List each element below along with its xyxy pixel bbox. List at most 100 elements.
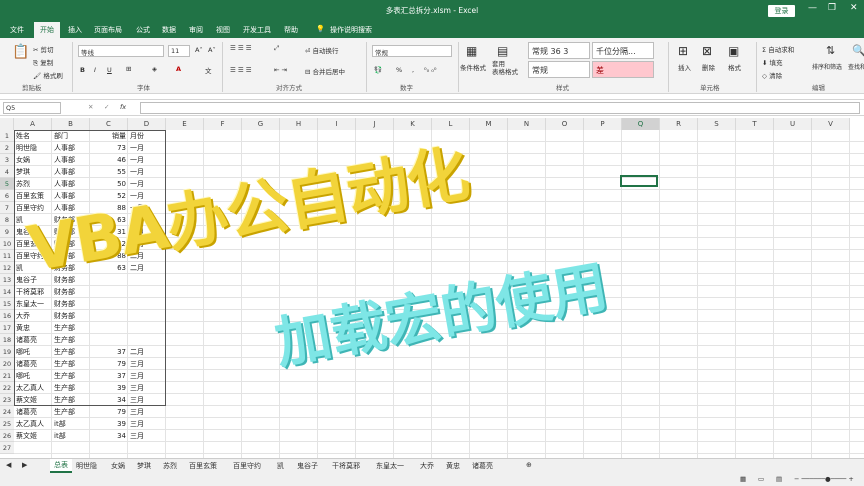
sheet-tab[interactable]: 百里守约 xyxy=(233,461,261,471)
sheet-tab[interactable]: 女娲 xyxy=(111,461,125,471)
column-header-n[interactable]: N xyxy=(508,118,546,130)
sheet-tab[interactable]: 鬼谷子 xyxy=(297,461,318,471)
tab-view[interactable]: 视图 xyxy=(216,25,230,35)
cell[interactable]: 太乙真人 xyxy=(16,382,50,394)
insert-cells-icon[interactable]: ⊞ xyxy=(678,44,688,58)
cell[interactable]: 蔡文姬 xyxy=(16,430,50,442)
cell[interactable]: 39 xyxy=(92,382,126,394)
table-format-icon[interactable]: ▤ xyxy=(497,44,508,58)
cell[interactable]: 哪吒 xyxy=(16,370,50,382)
percent-button[interactable]: % xyxy=(396,66,402,74)
cell[interactable]: 79 xyxy=(92,406,126,418)
cell[interactable]: it部 xyxy=(54,430,88,442)
cell[interactable]: 37 xyxy=(92,346,126,358)
column-header-r[interactable]: R xyxy=(660,118,698,130)
cell[interactable]: 人事部 xyxy=(54,154,88,166)
format-painter-button[interactable]: 🖌 格式刷 xyxy=(33,70,63,80)
column-header-q[interactable]: Q xyxy=(622,118,660,130)
cell[interactable] xyxy=(92,334,126,346)
cell[interactable]: 生产部 xyxy=(54,358,88,370)
row-header[interactable]: 21 xyxy=(0,370,14,382)
cell[interactable]: 部门 xyxy=(54,130,88,142)
row-header[interactable]: 10 xyxy=(0,238,14,250)
column-header-t[interactable]: T xyxy=(736,118,774,130)
cell[interactable]: 财务部 xyxy=(54,286,88,298)
font-name-select[interactable]: 等线 xyxy=(78,45,164,57)
column-header-m[interactable]: M xyxy=(470,118,508,130)
tab-help[interactable]: 帮助 xyxy=(284,25,298,35)
cell[interactable]: 生产部 xyxy=(54,322,88,334)
cell[interactable]: 三月 xyxy=(130,418,164,430)
row-header[interactable]: 4 xyxy=(0,166,14,178)
tab-insert[interactable]: 插入 xyxy=(68,25,82,35)
prev-sheet-icon[interactable]: ◀ xyxy=(6,461,11,469)
login-button[interactable]: 登录 xyxy=(768,5,795,17)
page-break-view-icon[interactable]: ▤ xyxy=(776,475,782,483)
format-cells-button[interactable]: 格式 xyxy=(728,62,741,72)
cell[interactable]: 生产部 xyxy=(54,382,88,394)
fill-button[interactable]: ⬇ 填充 xyxy=(762,57,783,67)
tab-developer[interactable]: 开发工具 xyxy=(243,25,271,35)
row-header[interactable]: 13 xyxy=(0,274,14,286)
cell[interactable]: it部 xyxy=(54,418,88,430)
cell[interactable]: 一月 xyxy=(130,154,164,166)
cell[interactable]: 生产部 xyxy=(54,394,88,406)
cell[interactable]: 大乔 xyxy=(16,310,50,322)
search-box[interactable]: 操作说明搜索 xyxy=(330,25,372,35)
sheet-tab[interactable]: 黄忠 xyxy=(446,461,460,471)
close-button[interactable]: ✕ xyxy=(850,3,858,13)
cell[interactable]: 干将莫邪 xyxy=(16,286,50,298)
cell[interactable] xyxy=(130,334,164,346)
row-header[interactable]: 7 xyxy=(0,202,14,214)
sheet-tab[interactable]: 诸葛亮 xyxy=(472,461,493,471)
cell[interactable]: 37 xyxy=(92,370,126,382)
row-header[interactable]: 26 xyxy=(0,430,14,442)
formula-input[interactable] xyxy=(140,102,860,114)
cell[interactable]: 生产部 xyxy=(54,334,88,346)
find-select-button[interactable]: 查找和选择 xyxy=(848,62,864,71)
cell[interactable]: 姓名 xyxy=(16,130,50,142)
row-header[interactable]: 23 xyxy=(0,394,14,406)
row-header[interactable]: 12 xyxy=(0,262,14,274)
decimal-icon[interactable]: ⁰₀ ₀⁰ xyxy=(424,66,437,74)
copy-button[interactable]: ⎘ 复制 xyxy=(33,57,53,68)
cell[interactable] xyxy=(130,286,164,298)
column-header-o[interactable]: O xyxy=(546,118,584,130)
column-header-s[interactable]: S xyxy=(698,118,736,130)
row-header[interactable]: 3 xyxy=(0,154,14,166)
delete-cells-icon[interactable]: ⊠ xyxy=(702,44,712,58)
table-format-button[interactable]: 套用 表格格式 xyxy=(492,60,518,76)
style-normal-36[interactable]: 常规 36 3 xyxy=(528,42,590,59)
selected-cell-q5[interactable] xyxy=(620,175,658,187)
shrink-font-icon[interactable]: A˅ xyxy=(208,46,216,54)
autosum-button[interactable]: Σ 自动求和 xyxy=(762,44,794,54)
cell[interactable] xyxy=(92,286,126,298)
fill-color-icon[interactable]: ◈ xyxy=(152,65,157,73)
cell[interactable]: 财务部 xyxy=(54,298,88,310)
find-select-icon[interactable]: 🔍 xyxy=(852,44,864,57)
tab-data[interactable]: 数据 xyxy=(162,25,176,35)
cell[interactable]: 生产部 xyxy=(54,370,88,382)
cell[interactable]: 东皇太一 xyxy=(16,298,50,310)
tab-file[interactable]: 文件 xyxy=(10,25,24,35)
column-header-b[interactable]: B xyxy=(52,118,90,130)
row-header[interactable]: 8 xyxy=(0,214,14,226)
paste-icon[interactable]: 📋 xyxy=(12,44,29,60)
minimize-button[interactable]: — xyxy=(808,3,817,13)
sheet-tab[interactable]: 梦琪 xyxy=(137,461,151,471)
bold-button[interactable]: B xyxy=(80,66,85,74)
style-bad[interactable]: 差 xyxy=(592,61,654,78)
column-header-p[interactable]: P xyxy=(584,118,622,130)
cell[interactable]: 明世隐 xyxy=(16,142,50,154)
cell[interactable]: 55 xyxy=(92,166,126,178)
cell[interactable]: 女娲 xyxy=(16,154,50,166)
conditional-format-icon[interactable]: ▦ xyxy=(466,44,477,58)
cell[interactable]: 生产部 xyxy=(54,346,88,358)
column-header-i[interactable]: I xyxy=(318,118,356,130)
tab-review[interactable]: 审阅 xyxy=(189,25,203,35)
cell[interactable]: 财务部 xyxy=(54,310,88,322)
cell[interactable] xyxy=(92,298,126,310)
row-header[interactable]: 16 xyxy=(0,310,14,322)
align-top-icon[interactable]: ☰ ☰ ☰ xyxy=(230,44,252,52)
cell[interactable]: 哪吒 xyxy=(16,346,50,358)
